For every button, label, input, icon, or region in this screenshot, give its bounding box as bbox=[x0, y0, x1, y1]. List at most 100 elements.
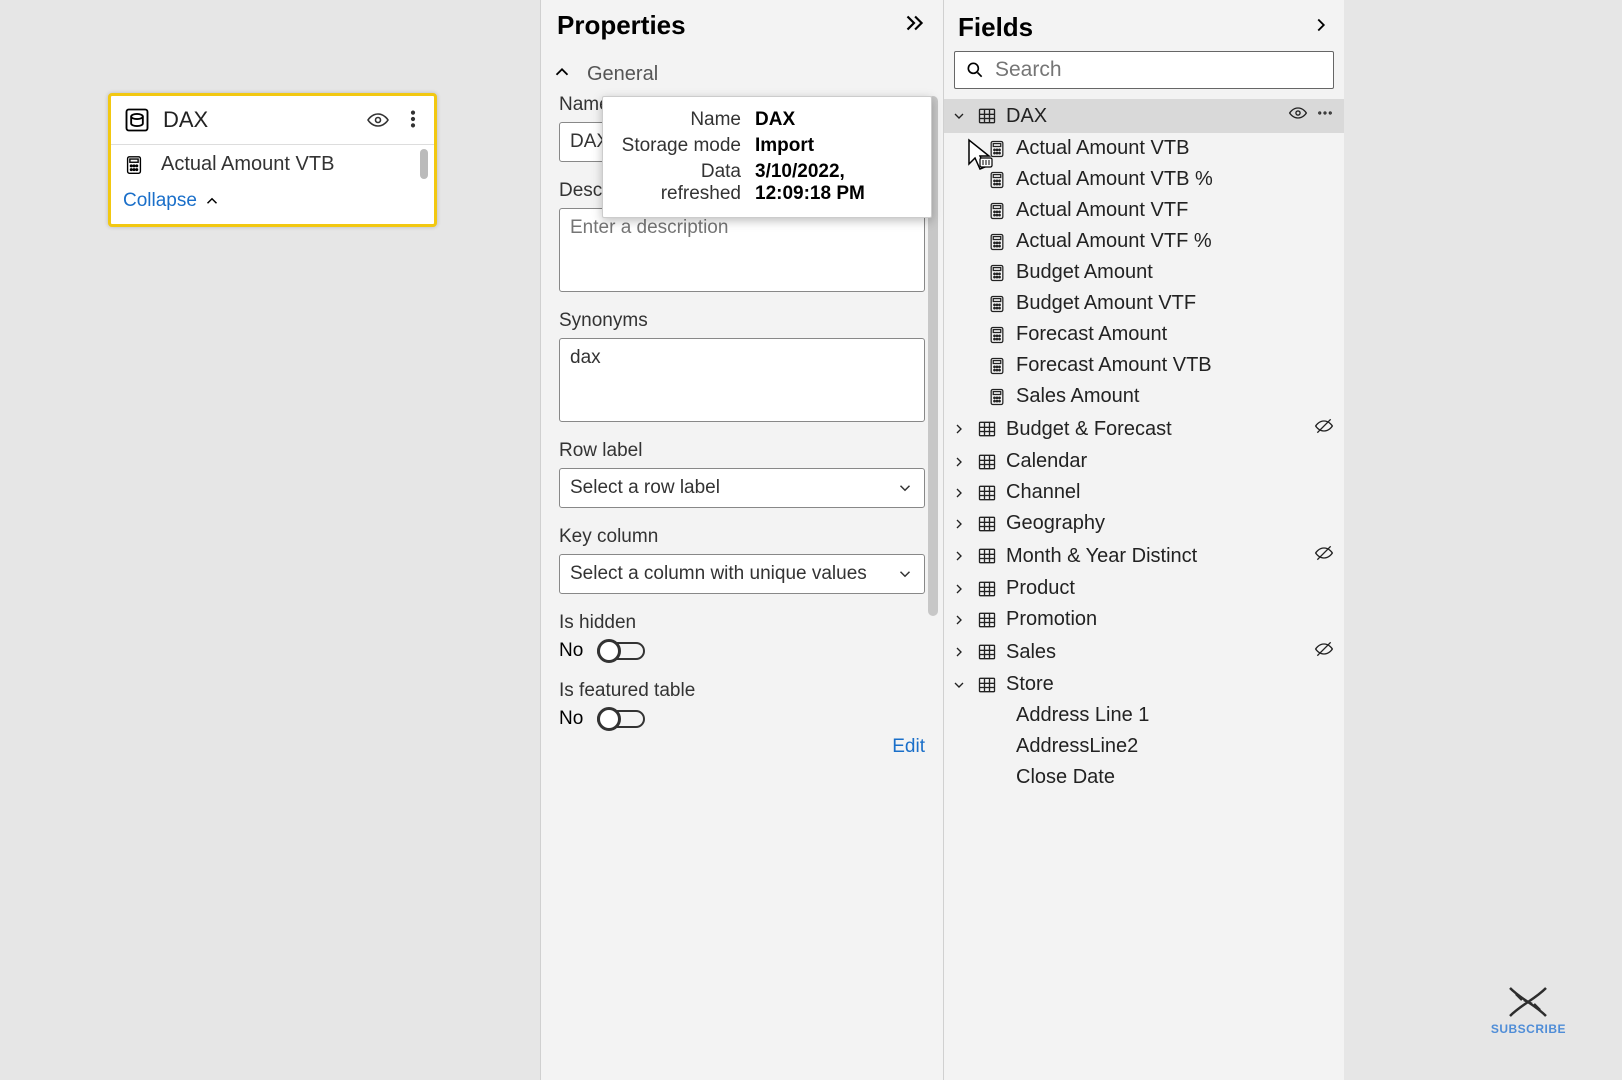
table-name: Month & Year Distinct bbox=[1006, 545, 1306, 568]
measure-icon bbox=[986, 325, 1008, 345]
fields-table-row[interactable]: Geography bbox=[944, 508, 1344, 539]
chevron-right-icon[interactable] bbox=[950, 644, 968, 660]
fields-field-row[interactable]: Actual Amount VTF % bbox=[944, 226, 1344, 257]
table-info-tooltip: NameDAX Storage modeImport Data refreshe… bbox=[602, 96, 932, 218]
fields-field-row[interactable]: Budget Amount bbox=[944, 257, 1344, 288]
is-hidden-toggle[interactable] bbox=[597, 642, 645, 660]
hidden-icon[interactable] bbox=[1314, 639, 1334, 665]
fields-table-row[interactable]: Sales bbox=[944, 635, 1344, 669]
key-column-label: Key column bbox=[559, 526, 925, 548]
fields-header: Fields bbox=[944, 0, 1344, 51]
fields-table-row[interactable]: Month & Year Distinct bbox=[944, 539, 1344, 573]
field-name: Actual Amount VTF % bbox=[1016, 230, 1334, 253]
subscribe-watermark: SUBSCRIBE bbox=[1491, 982, 1566, 1036]
search-box[interactable] bbox=[954, 51, 1334, 89]
fields-list[interactable]: DAX Actual Amount VTB Actual Amount VTB % A… bbox=[944, 99, 1344, 1080]
fields-field-row[interactable]: Address Line 1 bbox=[944, 700, 1344, 731]
fields-field-row[interactable]: Sales Amount bbox=[944, 381, 1344, 412]
synonyms-input[interactable]: dax bbox=[559, 338, 925, 422]
chevron-down-icon[interactable] bbox=[950, 677, 968, 693]
chevron-right-icon[interactable] bbox=[950, 612, 968, 628]
chevron-right-icon[interactable] bbox=[950, 485, 968, 501]
fields-field-row[interactable]: Actual Amount VTB bbox=[944, 133, 1344, 164]
tooltip-value: 3/10/2022, 12:09:18 PM bbox=[755, 161, 917, 205]
table-card-dax[interactable]: DAX Actual Amount VTB Collapse bbox=[108, 93, 437, 227]
fields-field-row[interactable]: Close Date bbox=[944, 762, 1344, 793]
field-name: Forecast Amount bbox=[1016, 323, 1334, 346]
field-name: Address Line 1 bbox=[1016, 704, 1334, 727]
fields-table-row[interactable]: Channel bbox=[944, 477, 1344, 508]
row-label-select[interactable]: Select a row label bbox=[559, 468, 925, 508]
table-name: Budget & Forecast bbox=[1006, 418, 1306, 441]
chevron-down-icon[interactable] bbox=[950, 108, 968, 124]
field-name: Budget Amount bbox=[1016, 261, 1334, 284]
collapse-link[interactable]: Collapse bbox=[123, 190, 197, 212]
table-name: Promotion bbox=[1006, 608, 1326, 631]
table-name: DAX bbox=[1006, 105, 1280, 128]
table-card-header: DAX bbox=[111, 96, 434, 145]
visibility-icon[interactable] bbox=[1288, 103, 1308, 129]
table-icon bbox=[976, 106, 998, 126]
is-featured-value: No bbox=[559, 708, 583, 730]
table-name: Sales bbox=[1006, 641, 1306, 664]
is-hidden-label: Is hidden bbox=[559, 612, 925, 634]
dna-icon bbox=[1504, 982, 1552, 1022]
search-icon bbox=[965, 60, 985, 80]
measure-icon bbox=[986, 232, 1008, 252]
fields-table-row[interactable]: Promotion bbox=[944, 604, 1344, 635]
table-name: Product bbox=[1006, 577, 1326, 600]
chevron-right-icon[interactable] bbox=[950, 516, 968, 532]
search-input[interactable] bbox=[995, 58, 1323, 82]
field-name: Actual Amount VTF bbox=[1016, 199, 1334, 222]
table-icon bbox=[976, 642, 998, 662]
hidden-icon[interactable] bbox=[1314, 543, 1334, 569]
table-card-row[interactable]: Actual Amount VTB bbox=[111, 145, 434, 184]
card-scrollbar[interactable] bbox=[420, 149, 428, 179]
is-featured-toggle[interactable] bbox=[597, 710, 645, 728]
fields-field-row[interactable]: Actual Amount VTB % bbox=[944, 164, 1344, 195]
tooltip-key: Data refreshed bbox=[617, 161, 741, 205]
fields-field-row[interactable]: Actual Amount VTF bbox=[944, 195, 1344, 226]
more-options-icon[interactable] bbox=[1316, 104, 1334, 128]
measure-icon bbox=[986, 139, 1008, 159]
table-name: Geography bbox=[1006, 512, 1326, 535]
field-name: Sales Amount bbox=[1016, 385, 1334, 408]
chevron-right-icon[interactable] bbox=[950, 454, 968, 470]
collapse-fields-icon[interactable] bbox=[1310, 14, 1332, 41]
chevron-right-icon[interactable] bbox=[950, 581, 968, 597]
table-card-footer: Collapse bbox=[111, 184, 434, 224]
table-card-title: DAX bbox=[163, 107, 354, 133]
fields-table-row[interactable]: Budget & Forecast bbox=[944, 412, 1344, 446]
description-input[interactable] bbox=[559, 208, 925, 292]
key-column-select[interactable]: Select a column with unique values bbox=[559, 554, 925, 594]
storage-icon bbox=[123, 106, 151, 134]
fields-table-row[interactable]: DAX bbox=[944, 99, 1344, 133]
fields-field-row[interactable]: Forecast Amount VTB bbox=[944, 350, 1344, 381]
is-featured-label: Is featured table bbox=[559, 680, 925, 702]
visibility-icon[interactable] bbox=[366, 108, 390, 132]
table-name: Channel bbox=[1006, 481, 1326, 504]
field-name: Actual Amount VTB % bbox=[1016, 168, 1334, 191]
table-name: Store bbox=[1006, 673, 1326, 696]
section-general-header[interactable]: General bbox=[541, 51, 943, 94]
collapse-properties-icon[interactable] bbox=[901, 10, 927, 41]
chevron-up-icon[interactable] bbox=[551, 61, 573, 88]
table-icon bbox=[976, 675, 998, 695]
chevron-right-icon[interactable] bbox=[950, 548, 968, 564]
fields-field-row[interactable]: AddressLine2 bbox=[944, 731, 1344, 762]
edit-featured-link[interactable]: Edit bbox=[892, 736, 925, 758]
table-icon bbox=[976, 579, 998, 599]
fields-table-row[interactable]: Calendar bbox=[944, 446, 1344, 477]
model-canvas[interactable]: DAX Actual Amount VTB Collapse bbox=[0, 0, 540, 1080]
fields-table-row[interactable]: Store bbox=[944, 669, 1344, 700]
fields-field-row[interactable]: Budget Amount VTF bbox=[944, 288, 1344, 319]
tooltip-key: Name bbox=[617, 109, 741, 131]
hidden-icon[interactable] bbox=[1314, 416, 1334, 442]
measure-icon bbox=[986, 170, 1008, 190]
more-options-icon[interactable] bbox=[402, 108, 426, 132]
fields-table-row[interactable]: Product bbox=[944, 573, 1344, 604]
fields-field-row[interactable]: Forecast Amount bbox=[944, 319, 1344, 350]
chevron-right-icon[interactable] bbox=[950, 421, 968, 437]
row-label-label: Row label bbox=[559, 440, 925, 462]
chevron-up-icon bbox=[203, 192, 221, 210]
